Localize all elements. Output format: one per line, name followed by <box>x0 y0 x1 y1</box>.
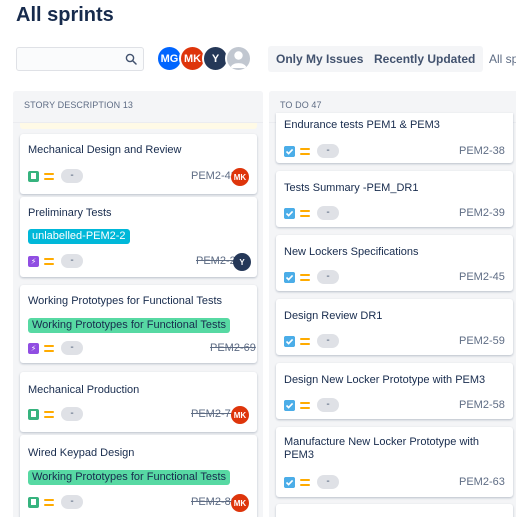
task-checkbox-icon <box>284 272 295 283</box>
estimate-badge: - <box>317 475 339 489</box>
priority-medium-icon <box>300 148 310 155</box>
only-my-issues-button[interactable]: Only My Issues <box>268 46 372 72</box>
search-field[interactable] <box>16 47 144 71</box>
all-sprints-filter-button[interactable]: All sp <box>482 46 516 72</box>
avatar-unassigned[interactable] <box>225 45 252 72</box>
card-pem2-45[interactable]: New Lockers Specifications - PEM2-45 <box>276 235 513 291</box>
epic-lightning-icon: ⚡ <box>28 256 39 267</box>
task-checkbox-icon <box>284 400 295 411</box>
story-icon <box>28 497 39 508</box>
card-pem2-38[interactable]: Endurance tests PEM1 & PEM3 - PEM2-38 <box>276 113 513 163</box>
card-title: New Lockers Specifications <box>284 246 419 258</box>
estimate-badge: - <box>317 398 339 412</box>
page-title: All sprints <box>16 4 114 26</box>
card-title: Manufacture New Locker Prototype with PE… <box>284 436 480 461</box>
issue-key[interactable]: PEM2-2 <box>196 255 236 267</box>
estimate-badge: - <box>61 407 83 421</box>
card-title: Design Review DR1 <box>284 310 383 322</box>
priority-medium-icon <box>44 345 54 352</box>
story-icon <box>28 171 39 182</box>
task-checkbox-icon <box>284 477 295 488</box>
estimate-badge: - <box>61 169 83 183</box>
card-partial-bottom[interactable] <box>276 504 513 517</box>
card-partial-top[interactable] <box>20 123 257 129</box>
card-title: Wired Keypad Design <box>28 447 135 459</box>
issue-key[interactable]: PEM2-74 <box>191 408 237 420</box>
issue-key[interactable]: PEM2-63 <box>459 476 505 488</box>
epic-label[interactable]: unlabelled-PEM2-2 <box>28 229 130 244</box>
priority-medium-icon <box>300 274 310 281</box>
priority-medium-icon <box>44 173 54 180</box>
column-story-description: STORY DESCRIPTION 13 Mechanical Design a… <box>13 91 263 517</box>
column-header: STORY DESCRIPTION 13 <box>13 91 263 123</box>
column-to-do: TO DO 47 Endurance tests PEM1 & PEM3 - P… <box>269 91 516 517</box>
estimate-badge: - <box>61 495 83 509</box>
epic-label[interactable]: Working Prototypes for Functional Tests <box>28 318 231 333</box>
card-pem2-58[interactable]: Design New Locker Prototype with PEM3 - … <box>276 363 513 419</box>
assignee-avatar[interactable]: MK <box>231 168 249 186</box>
search-icon <box>125 53 137 65</box>
card-title: Tests Summary -PEM_DR1 <box>284 182 419 194</box>
priority-medium-icon <box>300 479 310 486</box>
estimate-badge: - <box>61 341 83 355</box>
card-pem2-43[interactable]: Mechanical Design and Review - PEM2-43 M… <box>20 134 257 194</box>
assignee-avatar[interactable]: Y <box>233 253 251 271</box>
card-title: Mechanical Design and Review <box>28 144 182 156</box>
issue-key[interactable]: PEM2-39 <box>459 207 505 219</box>
task-checkbox-icon <box>284 146 295 157</box>
card-title: Preliminary Tests <box>28 207 112 219</box>
issue-key[interactable]: PEM2-45 <box>459 271 505 283</box>
card-pem2-74[interactable]: Mechanical Production - PEM2-74 MK <box>20 372 257 432</box>
issue-key[interactable]: PEM2-80 <box>191 496 237 508</box>
estimate-badge: - <box>61 254 83 268</box>
card-pem2-80[interactable]: Wired Keypad Design Working Prototypes f… <box>20 435 257 517</box>
card-pem2-63[interactable]: Manufacture New Locker Prototype with PE… <box>276 427 513 497</box>
recently-updated-button[interactable]: Recently Updated <box>366 46 484 72</box>
card-pem2-59[interactable]: Design Review DR1 - PEM2-59 <box>276 299 513 355</box>
estimate-badge: - <box>317 334 339 348</box>
priority-medium-icon <box>300 402 310 409</box>
priority-medium-icon <box>300 338 310 345</box>
card-pem2-2[interactable]: Preliminary Tests unlabelled-PEM2-2 ⚡ - … <box>20 197 257 277</box>
epic-label[interactable]: Working Prototypes for Functional Tests <box>28 470 231 485</box>
user-silhouette-icon <box>230 51 247 68</box>
card-pem2-39[interactable]: Tests Summary -PEM_DR1 - PEM2-39 <box>276 171 513 227</box>
issue-key[interactable]: PEM2-69 <box>210 342 256 354</box>
issue-key[interactable]: PEM2-58 <box>459 399 505 411</box>
card-title: Working Prototypes for Functional Tests <box>28 295 223 307</box>
task-checkbox-icon <box>284 336 295 347</box>
assignee-avatar[interactable]: MK <box>231 494 249 512</box>
card-pem2-69[interactable]: Working Prototypes for Functional Tests … <box>20 285 257 363</box>
card-title: Endurance tests PEM1 & PEM3 <box>284 119 440 131</box>
priority-medium-icon <box>44 258 54 265</box>
issue-key[interactable]: PEM2-43 <box>191 170 237 182</box>
estimate-badge: - <box>317 144 339 158</box>
priority-medium-icon <box>44 411 54 418</box>
estimate-badge: - <box>317 270 339 284</box>
priority-medium-icon <box>300 210 310 217</box>
estimate-badge: - <box>317 206 339 220</box>
epic-lightning-icon: ⚡ <box>28 343 39 354</box>
issue-key[interactable]: PEM2-59 <box>459 335 505 347</box>
issue-key[interactable]: PEM2-38 <box>459 145 505 157</box>
task-checkbox-icon <box>284 208 295 219</box>
story-icon <box>28 409 39 420</box>
assignee-avatar[interactable]: MK <box>231 406 249 424</box>
card-title: Mechanical Production <box>28 384 140 396</box>
search-input[interactable] <box>17 48 117 70</box>
card-title: Design New Locker Prototype with PEM3 <box>284 374 486 386</box>
priority-medium-icon <box>44 499 54 506</box>
